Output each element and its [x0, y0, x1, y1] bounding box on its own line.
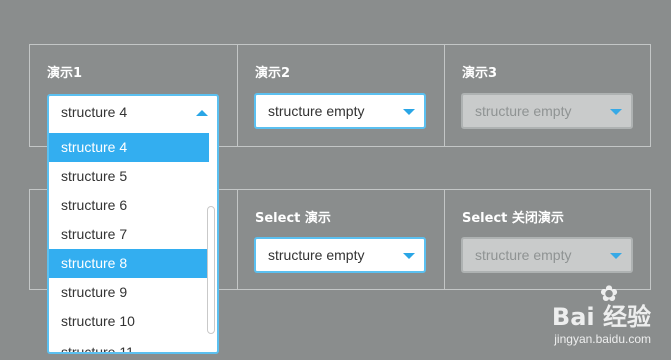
dropdown-option[interactable]: structure 6	[49, 191, 209, 220]
chevron-down-icon	[403, 253, 415, 259]
select-closed-demo-select: structure empty	[461, 237, 633, 273]
chevron-down-icon	[610, 253, 622, 259]
chevron-down-icon	[610, 109, 622, 115]
demo1-select[interactable]: structure 4	[49, 96, 217, 132]
demo1-label: 演示1	[47, 66, 83, 81]
divider	[444, 190, 445, 289]
dropdown-option[interactable]: structure 7	[49, 220, 209, 249]
divider	[237, 45, 238, 146]
select-value: structure empty	[268, 247, 365, 263]
select-closed-demo-label: Select 关闭演示	[462, 211, 564, 226]
select-value: structure empty	[268, 103, 365, 119]
dropdown-option[interactable]: structure 4	[49, 133, 209, 162]
dropdown-option[interactable]: structure 8	[49, 249, 209, 278]
dropdown-option[interactable]: structure 10	[49, 307, 209, 336]
demo2-select[interactable]: structure empty	[254, 93, 426, 129]
demo1-dropdown[interactable]: structure 4 structure 4 structure 5 stru…	[47, 94, 219, 354]
dropdown-option[interactable]: structure 11	[61, 342, 134, 352]
select-value: structure empty	[475, 247, 572, 263]
demo3-label: 演示3	[462, 66, 498, 81]
select-value: structure 4	[61, 104, 128, 120]
divider	[237, 190, 238, 289]
baidu-watermark: ✿ Bai 经验 jingyan.baidu.com	[552, 281, 651, 346]
paw-icon: ✿	[599, 281, 619, 306]
chevron-up-icon	[196, 110, 208, 116]
demo2-label: 演示2	[255, 66, 291, 81]
select-demo-select[interactable]: structure empty	[254, 237, 426, 273]
select-value: structure empty	[475, 103, 572, 119]
dropdown-option[interactable]: structure 9	[49, 278, 209, 307]
chevron-down-icon	[403, 109, 415, 115]
demo3-select: structure empty	[461, 93, 633, 129]
watermark-url: jingyan.baidu.com	[554, 332, 651, 346]
select-demo-label: Select 演示	[255, 211, 331, 226]
dropdown-scrollbar[interactable]	[207, 206, 215, 334]
dropdown-option[interactable]: structure 5	[49, 162, 209, 191]
divider	[444, 45, 445, 146]
